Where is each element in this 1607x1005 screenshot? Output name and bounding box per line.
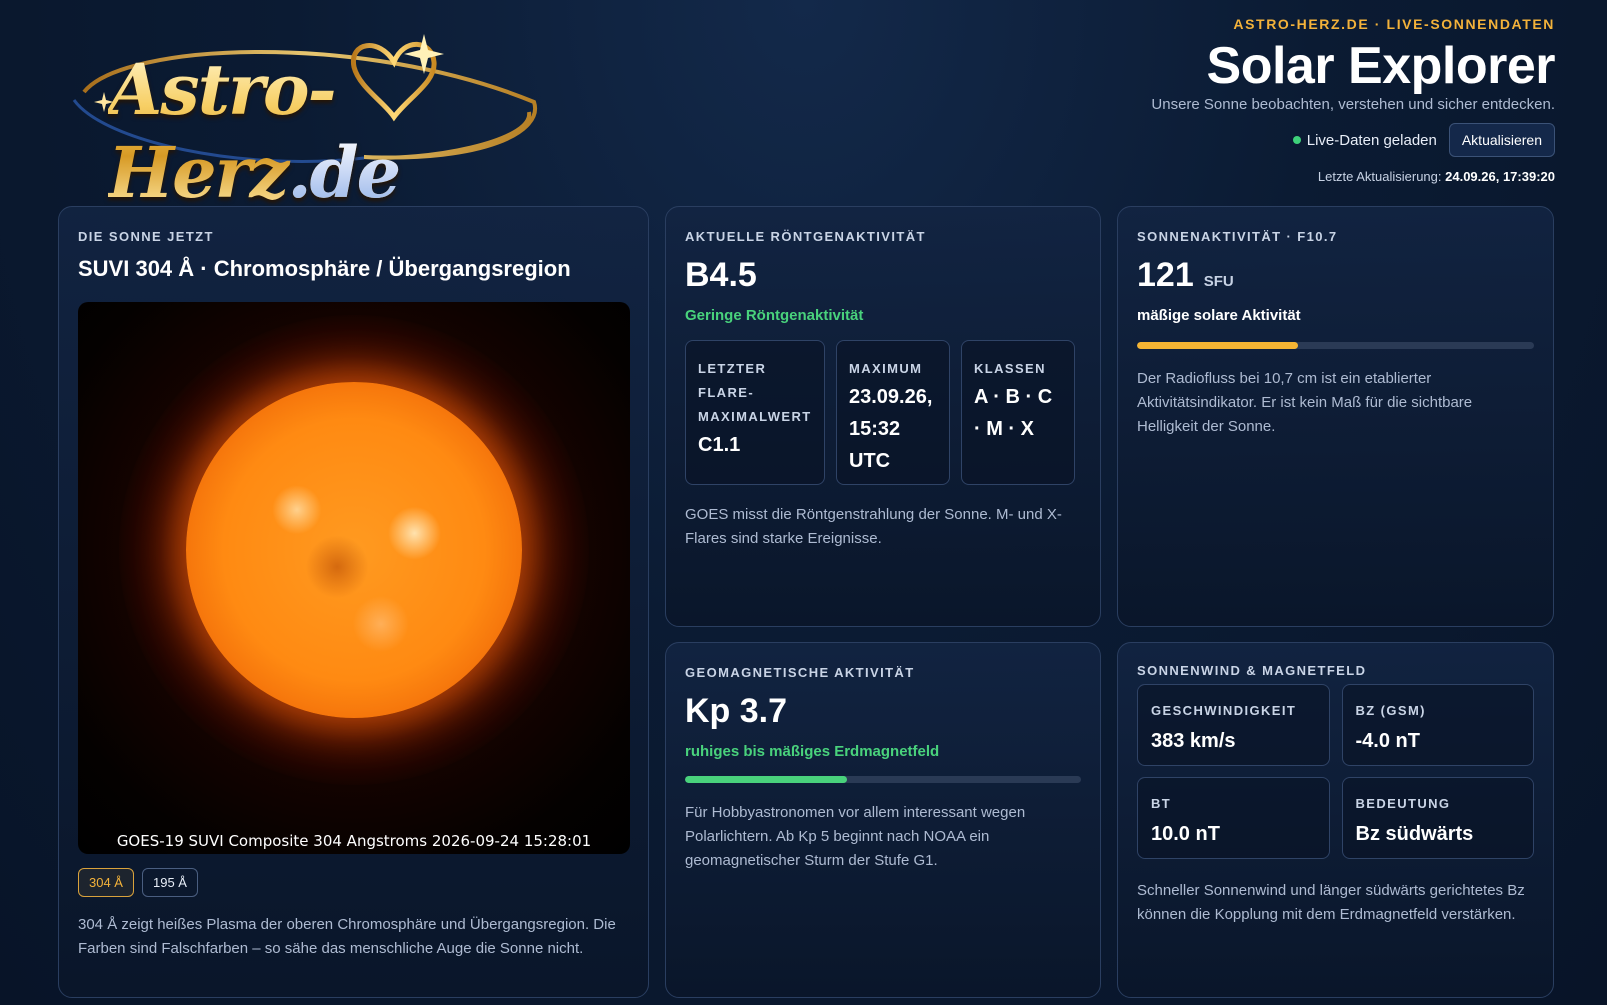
- geomagnetic-card: GEOMAGNETISCHE AKTIVITÄT Kp 3.7 ruhiges …: [665, 642, 1101, 998]
- stat-bz: BZ (GSM) -4.0 nT: [1341, 684, 1534, 766]
- wind-stats: GESCHWINDIGKEIT 383 km/s BZ (GSM) -4.0 n…: [1137, 684, 1534, 859]
- xray-card-label: AKTUELLE RÖNTGENAKTIVITÄT: [685, 229, 926, 244]
- xray-card: AKTUELLE RÖNTGENAKTIVITÄT B4.5 Geringe R…: [665, 206, 1101, 627]
- f107-unit: SFU: [1203, 273, 1234, 290]
- f107-value: 121: [1137, 256, 1194, 294]
- site-logo[interactable]: Astro-Herz.de: [64, 22, 564, 214]
- page-title: Solar Explorer: [1206, 37, 1556, 95]
- header-info: ASTRO-HERZ.DE · LIVE-SONNENDATEN Solar E…: [1151, 16, 1555, 184]
- stat-label: BT: [1151, 796, 1172, 811]
- geo-card-label: GEOMAGNETISCHE AKTIVITÄT: [685, 665, 915, 680]
- stat-value: Bz südwärts: [1355, 823, 1474, 845]
- f107-value-row: 121 SFU: [1137, 256, 1534, 295]
- stat-label: GESCHWINDIGKEIT: [1151, 703, 1297, 718]
- stat-label: MAXIMUM: [849, 361, 923, 376]
- page-subtitle: Unsere Sonne beobachten, verstehen und s…: [1151, 96, 1555, 113]
- kp-bar-fill: [685, 776, 848, 783]
- stat-classes: KLASSEN A · B · C · M · X: [961, 340, 1075, 485]
- xray-status: Geringe Röntgenaktivität: [685, 307, 864, 324]
- sun-image-caption: GOES-19 SUVI Composite 304 Angstroms 202…: [116, 832, 592, 850]
- sun-disk: [186, 382, 522, 719]
- sun-image: GOES-19 SUVI Composite 304 Angstroms 202…: [78, 302, 630, 854]
- f107-card-label: SONNENAKTIVITÄT · F10.7: [1137, 229, 1338, 244]
- stat-label: BZ (GSM): [1355, 703, 1426, 718]
- stat-value: C1.1: [698, 434, 741, 456]
- stat-label: BEDEUTUNG: [1355, 796, 1451, 811]
- geo-description: Für Hobbyastronomen vor allem interessan…: [685, 804, 1026, 869]
- sun-card: DIE SONNE JETZT SUVI 304 Å · Chromosphär…: [58, 206, 649, 998]
- refresh-button[interactable]: Aktualisieren: [1448, 123, 1555, 157]
- xray-description: GOES misst die Röntgenstrahlung der Sonn…: [685, 506, 1062, 547]
- xray-stats: LETZTER FLARE-MAXIMALWERT C1.1 MAXIMUM 2…: [685, 340, 1081, 485]
- wind-description: Schneller Sonnenwind und länger südwärts…: [1137, 882, 1525, 923]
- stat-value: 10.0 nT: [1151, 823, 1220, 845]
- xray-value: B4.5: [685, 256, 757, 294]
- stat-speed: GESCHWINDIGKEIT 383 km/s: [1137, 684, 1330, 766]
- f107-activity-bar: [1137, 342, 1534, 349]
- status-row: Live-Daten geladen Aktualisieren: [1151, 123, 1555, 157]
- stat-maximum: MAXIMUM 23.09.26, 15:32 UTC: [836, 340, 950, 485]
- stat-label: LETZTER FLARE-MAXIMALWERT: [698, 361, 812, 424]
- live-status: Live-Daten geladen: [1292, 131, 1437, 149]
- last-update: Letzte Aktualisierung: 24.09.26, 17:39:2…: [1151, 169, 1555, 184]
- wavelength-304-button[interactable]: 304 Å: [78, 868, 134, 897]
- wavelength-switcher: 304 Å 195 Å: [78, 868, 629, 897]
- f107-card: SONNENAKTIVITÄT · F10.7 121 SFU mäßige so…: [1117, 206, 1554, 627]
- stat-value: -4.0 nT: [1355, 730, 1420, 752]
- live-status-text: Live-Daten geladen: [1306, 131, 1437, 149]
- stat-meaning: BEDEUTUNG Bz südwärts: [1341, 777, 1534, 859]
- geo-status: ruhiges bis mäßiges Erdmagnetfeld: [685, 743, 940, 760]
- stat-value: A · B · C · M · X: [974, 386, 1053, 440]
- solar-wind-card: SONNENWIND & MAGNETFELD GESCHWINDIGKEIT …: [1117, 642, 1554, 998]
- kp-bar: [685, 776, 1081, 783]
- last-update-label: Letzte Aktualisierung:: [1317, 169, 1442, 184]
- f107-status: mäßige solare Aktivität: [1137, 307, 1301, 324]
- kp-value: Kp 3.7: [685, 692, 788, 730]
- sun-description: 304 Å zeigt heißes Plasma der oberen Chr…: [78, 916, 616, 957]
- f107-description: Der Radiofluss bei 10,7 cm ist ein etabl…: [1137, 370, 1473, 435]
- live-dot-icon: [1292, 136, 1301, 144]
- stat-value: 383 km/s: [1151, 730, 1236, 752]
- last-update-value: 24.09.26, 17:39:20: [1445, 169, 1555, 184]
- logo-wordmark: Astro-Herz.de: [108, 48, 564, 214]
- sun-image-title: SUVI 304 Å · Chromosphäre / Übergangsreg…: [78, 256, 571, 281]
- f107-activity-bar-fill: [1137, 342, 1298, 349]
- stat-bt: BT 10.0 nT: [1137, 777, 1330, 859]
- stat-last-flare: LETZTER FLARE-MAXIMALWERT C1.1: [685, 340, 825, 485]
- stat-label: KLASSEN: [974, 361, 1046, 376]
- wind-card-label: SONNENWIND & MAGNETFELD: [1137, 663, 1367, 678]
- stat-value: 23.09.26, 15:32 UTC: [849, 386, 933, 472]
- wavelength-195-button[interactable]: 195 Å: [141, 868, 198, 897]
- sun-card-label: DIE SONNE JETZT: [78, 229, 214, 244]
- header-eyebrow: ASTRO-HERZ.DE · LIVE-SONNENDATEN: [1233, 16, 1555, 32]
